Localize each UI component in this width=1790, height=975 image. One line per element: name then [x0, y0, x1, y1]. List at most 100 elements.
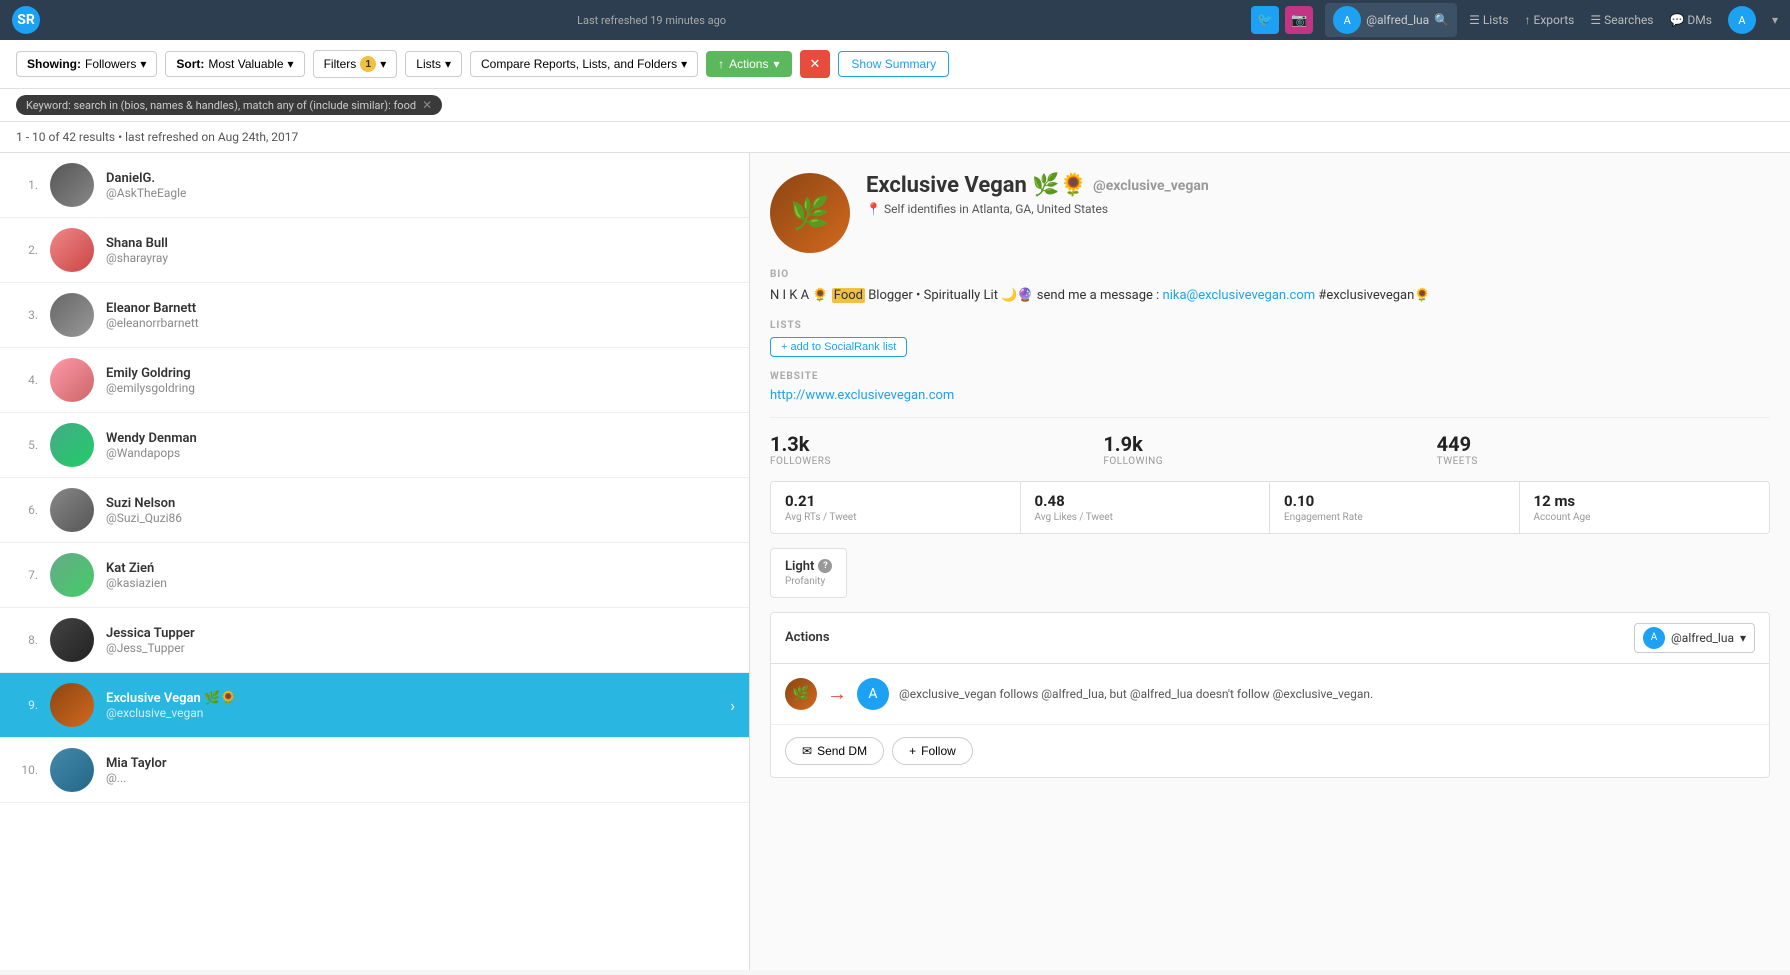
item-info: Jessica Tupper @Jess_Tupper — [106, 626, 735, 655]
actions-button[interactable]: ↑ Actions ▾ — [706, 51, 791, 77]
item-info: Exclusive Vegan 🌿🌻 @exclusive_vegan — [106, 691, 718, 720]
action-to-avatar: A — [857, 678, 889, 710]
item-info: Mia Taylor @... — [106, 756, 735, 785]
item-rank: 1. — [14, 178, 38, 192]
chevron-down-icon: ▾ — [140, 57, 146, 71]
item-avatar — [50, 358, 94, 402]
stats-row: 1.3k FOLLOWERS 1.9k FOLLOWING 449 TWEETS — [770, 417, 1770, 467]
item-avatar — [50, 618, 94, 662]
list-item[interactable]: 3. Eleanor Barnett @eleanorrbarnett — [0, 283, 749, 348]
bio-section-label: BIO — [770, 269, 1770, 280]
profile-bio: N I K A 🌻 Food Blogger • Spiritually Lit… — [770, 286, 1770, 306]
location-icon: 📍 — [866, 202, 881, 216]
account-selector-avatar: A — [1643, 627, 1665, 649]
item-username: @Jess_Tupper — [106, 641, 735, 655]
item-name: Eleanor Barnett — [106, 301, 735, 316]
item-name: Mia Taylor — [106, 756, 735, 771]
item-rank: 2. — [14, 243, 38, 257]
active-account-handle[interactable]: A @alfred_lua 🔍 — [1325, 3, 1457, 37]
item-name: Kat Zień — [106, 561, 735, 576]
list-item[interactable]: 9. Exclusive Vegan 🌿🌻 @exclusive_vegan › — [0, 673, 749, 738]
item-username: @Suzi_Quzi86 — [106, 511, 735, 525]
profile-location: 📍 Self identifies in Atlanta, GA, United… — [866, 202, 1770, 216]
following-stat: 1.9k FOLLOWING — [1103, 432, 1436, 467]
item-avatar — [50, 423, 94, 467]
send-dm-button[interactable]: ✉ Send DM — [785, 737, 884, 765]
user-avatar[interactable]: A — [1728, 6, 1756, 34]
lists-dropdown[interactable]: Lists ▾ — [405, 51, 462, 77]
engagement-cell: 0.10 Engagement Rate — [1270, 482, 1520, 533]
item-avatar — [50, 293, 94, 337]
action-from-avatar: 🌿 — [785, 678, 817, 710]
item-info: Shana Bull @sharayray — [106, 236, 735, 265]
website-link[interactable]: http://www.exclusivevegan.com — [770, 388, 954, 403]
account-dropdown-icon[interactable]: ▾ — [1772, 13, 1778, 27]
refresh-status: Last refreshed 19 minutes ago — [64, 14, 1239, 27]
top-nav-links: ☰ Lists ↑ Exports ☰ Searches 💬 DMs A ▾ — [1469, 6, 1778, 34]
account-selector[interactable]: A @alfred_lua ▾ — [1634, 623, 1755, 653]
app-logo[interactable]: SR — [12, 6, 40, 34]
profanity-cell: Light ? Profanity — [770, 548, 847, 598]
list-item[interactable]: 5. Wendy Denman @Wandapops — [0, 413, 749, 478]
followers-stat: 1.3k FOLLOWERS — [770, 432, 1103, 467]
profanity-help-icon[interactable]: ? — [818, 559, 832, 573]
profile-header: 🌿 Exclusive Vegan 🌿🌻 @exclusive_vegan 📍 … — [770, 173, 1770, 253]
searches-nav-link[interactable]: ☰ Searches — [1590, 13, 1653, 27]
filters-dropdown[interactable]: Filters 1 ▾ — [313, 50, 398, 78]
show-summary-button[interactable]: Show Summary — [838, 51, 949, 77]
follow-icon: + — [909, 744, 916, 758]
item-username: @Wandapops — [106, 446, 735, 460]
active-chevron-icon: › — [730, 696, 735, 715]
clear-button[interactable]: ✕ — [800, 50, 831, 78]
actions-panel: Actions A @alfred_lua ▾ 🌿 → A @exclusive… — [770, 612, 1770, 778]
item-rank: 4. — [14, 373, 38, 387]
item-avatar — [50, 683, 94, 727]
item-avatar — [50, 228, 94, 272]
showing-dropdown[interactable]: Showing: Followers ▾ — [16, 51, 157, 77]
item-info: Eleanor Barnett @eleanorrbarnett — [106, 301, 735, 330]
item-avatar — [50, 163, 94, 207]
remove-filter-icon[interactable]: ✕ — [422, 98, 432, 112]
follow-button[interactable]: + Follow — [892, 737, 973, 765]
exports-nav-link[interactable]: ↑ Exports — [1525, 13, 1575, 27]
list-item[interactable]: 6. Suzi Nelson @Suzi_Quzi86 — [0, 478, 749, 543]
item-name: Exclusive Vegan 🌿🌻 — [106, 691, 718, 706]
chevron-down-icon: ▾ — [1740, 631, 1746, 645]
list-item[interactable]: 8. Jessica Tupper @Jess_Tupper — [0, 608, 749, 673]
actions-panel-header: Actions A @alfred_lua ▾ — [771, 613, 1769, 664]
message-icon: ✉ — [802, 744, 812, 758]
item-rank: 9. — [14, 698, 38, 712]
sort-dropdown[interactable]: Sort: Most Valuable ▾ — [165, 51, 304, 77]
compare-dropdown[interactable]: Compare Reports, Lists, and Folders ▾ — [470, 51, 698, 77]
list-item[interactable]: 7. Kat Zień @kasiazien — [0, 543, 749, 608]
list-item[interactable]: 2. Shana Bull @sharayray — [0, 218, 749, 283]
top-navigation: SR Last refreshed 19 minutes ago 🐦 📷 A @… — [0, 0, 1790, 40]
avg-rts-cell: 0.21 Avg RTs / Tweet — [771, 482, 1021, 533]
social-platform-switcher: 🐦 📷 — [1251, 6, 1313, 34]
bio-food-highlight: Food — [832, 288, 865, 303]
list-item[interactable]: 1. DanielG. @AskTheEagle — [0, 153, 749, 218]
item-info: DanielG. @AskTheEagle — [106, 171, 735, 200]
website-section-label: WEBSITE — [770, 371, 1770, 382]
profile-name: Exclusive Vegan 🌿🌻 @exclusive_vegan — [866, 173, 1770, 198]
instagram-platform-btn[interactable]: 📷 — [1285, 6, 1313, 34]
lists-section-label: LISTS — [770, 320, 1770, 331]
profile-avatar: 🌿 — [770, 173, 850, 253]
add-to-list-button[interactable]: + add to SocialRank list — [770, 337, 907, 357]
item-info: Kat Zień @kasiazien — [106, 561, 735, 590]
twitter-platform-btn[interactable]: 🐦 — [1251, 6, 1279, 34]
item-username: @emilysgoldring — [106, 381, 735, 395]
item-name: Shana Bull — [106, 236, 735, 251]
search-icon[interactable]: 🔍 — [1434, 13, 1449, 27]
dms-nav-link[interactable]: 💬 DMs — [1670, 13, 1712, 27]
item-info: Wendy Denman @Wandapops — [106, 431, 735, 460]
item-name: Emily Goldring — [106, 366, 735, 381]
item-name: DanielG. — [106, 171, 735, 186]
profile-detail-panel: 🌿 Exclusive Vegan 🌿🌻 @exclusive_vegan 📍 … — [750, 153, 1790, 970]
item-rank: 6. — [14, 503, 38, 517]
item-username: @sharayray — [106, 251, 735, 265]
list-item[interactable]: 10. Mia Taylor @... — [0, 738, 749, 803]
lists-nav-link[interactable]: ☰ Lists — [1469, 13, 1508, 27]
bio-email-link[interactable]: nika@exclusivevegan.com — [1163, 288, 1316, 303]
list-item[interactable]: 4. Emily Goldring @emilysgoldring — [0, 348, 749, 413]
